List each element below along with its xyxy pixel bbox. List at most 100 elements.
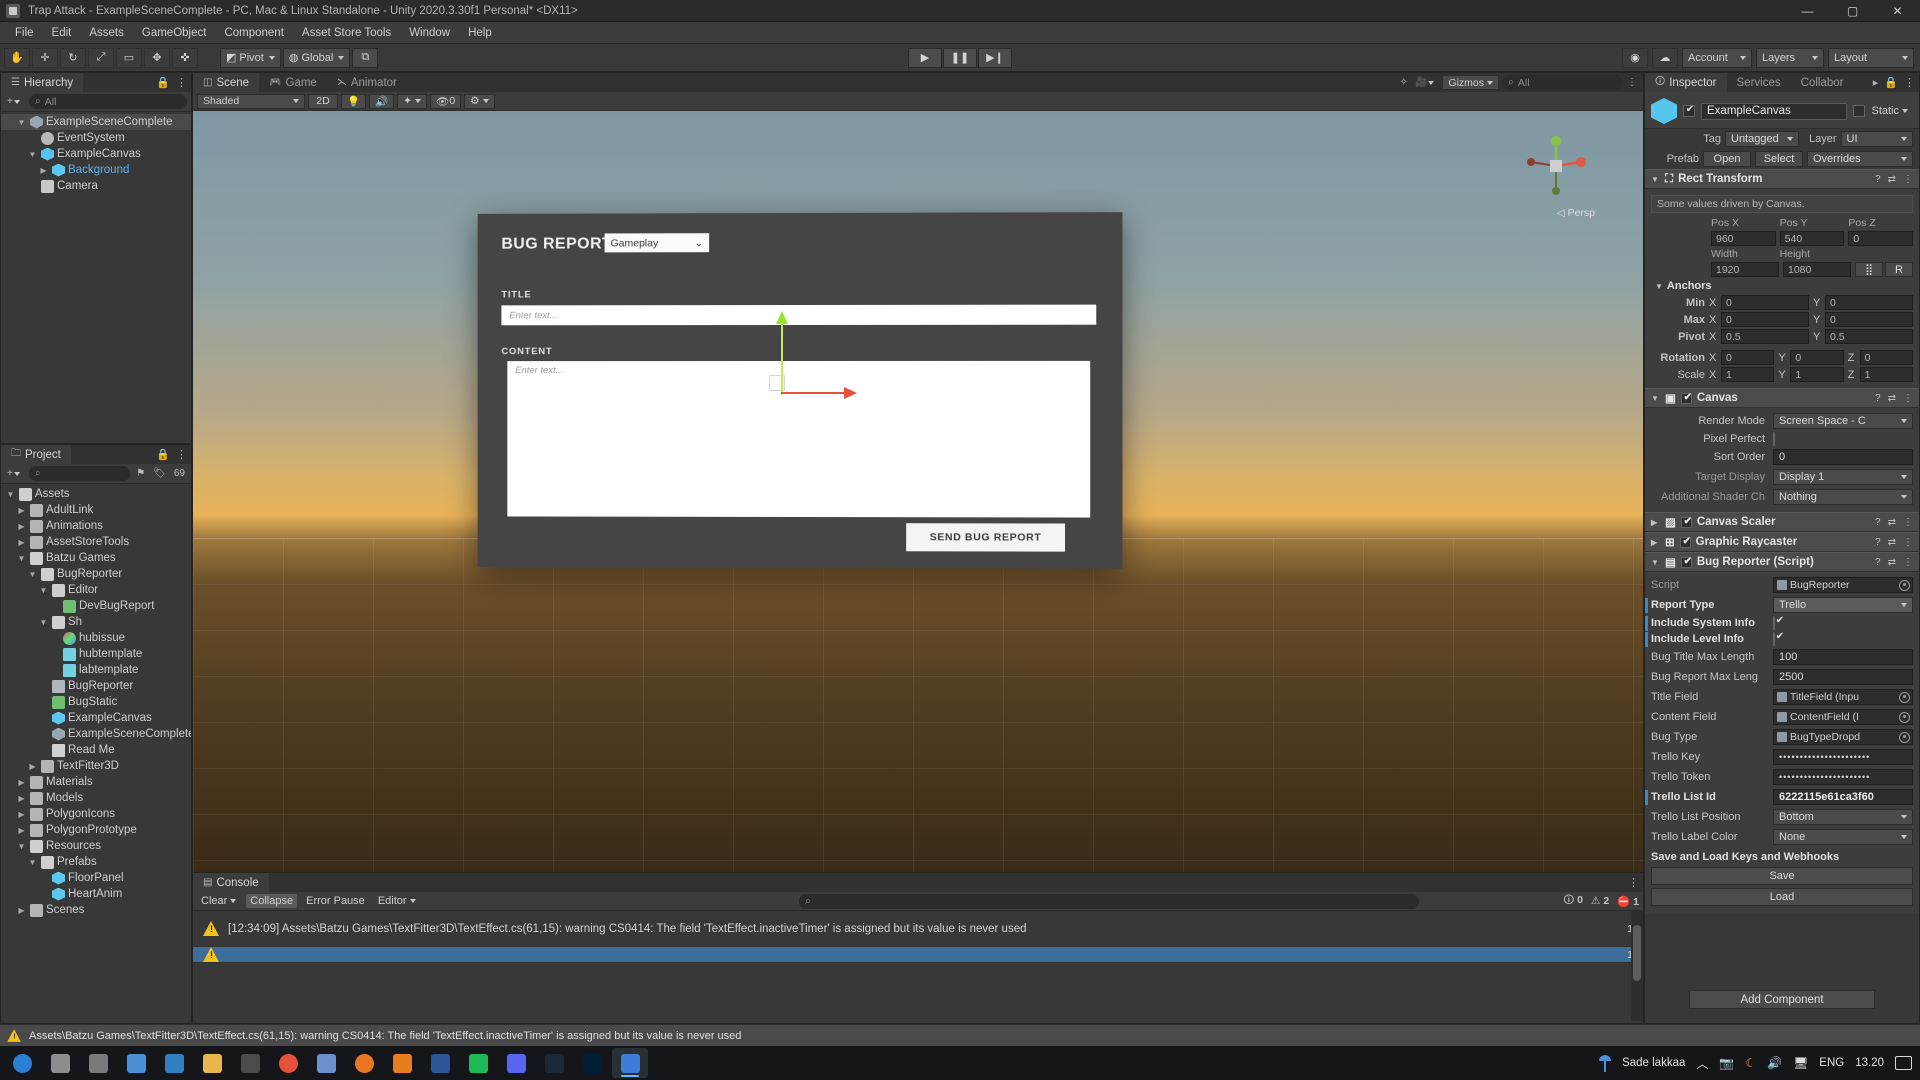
maximize-button[interactable]: ▢ <box>1830 0 1875 22</box>
static-dropdown[interactable]: Static <box>1871 105 1913 117</box>
pos-x-input[interactable]: 960 <box>1711 231 1776 246</box>
scene-visibility-dropdown[interactable]: ⚙ <box>464 93 495 109</box>
services-icon[interactable]: ◉ <box>1622 47 1648 68</box>
pause-button[interactable]: ❚❚ <box>943 47 977 68</box>
foldout-icon[interactable]: ▼ <box>1651 394 1660 403</box>
project-item-assets[interactable]: ▼ Assets <box>1 486 191 502</box>
weather-label[interactable]: Sade lakkaa <box>1622 1057 1685 1069</box>
console-message-row[interactable]: 1 <box>193 947 1643 963</box>
expand-arrow-open-icon[interactable]: ▼ <box>5 490 16 499</box>
project-item-polygonicons[interactable]: ▶ PolygonIcons <box>1 806 191 822</box>
project-item-heartanim[interactable]: ▶HeartAnim <box>1 886 191 902</box>
unity-hub-app[interactable] <box>232 1048 268 1078</box>
error-count[interactable]: ⛔ 1 <box>1617 895 1639 908</box>
anchor-max-x-input[interactable]: 0 <box>1721 312 1809 327</box>
camera-tray-icon[interactable]: 📷 <box>1719 1056 1734 1070</box>
spotify-app[interactable] <box>460 1048 496 1078</box>
tag-dropdown[interactable]: Untagged <box>1725 131 1799 147</box>
project-item-bugstatic[interactable]: ▶BugStatic <box>1 694 191 710</box>
bug-reporter-enabled-checkbox[interactable] <box>1680 556 1694 568</box>
graphic-raycaster-enabled-checkbox[interactable] <box>1679 536 1693 548</box>
report-type-dropdown[interactable]: Trello <box>1773 597 1913 613</box>
moon-tray-icon[interactable]: ☾ <box>1745 1056 1756 1070</box>
project-item-hubtemplate[interactable]: ▶hubtemplate <box>1 646 191 662</box>
scale-x-input[interactable]: 1 <box>1721 367 1775 382</box>
project-item-batzu-games[interactable]: ▼ Batzu Games <box>1 550 191 566</box>
hidden-objects-button[interactable]: 👁 0 <box>429 93 462 109</box>
scene-orientation-gizmo[interactable] <box>1523 133 1589 199</box>
chrome-app[interactable] <box>270 1048 306 1078</box>
menu-component[interactable]: Component <box>215 23 292 43</box>
foldout-icon[interactable]: ▶ <box>1651 518 1660 527</box>
expand-arrow-icon[interactable]: ▶ <box>16 538 27 547</box>
project-filter-icon[interactable]: ⚑ <box>134 468 147 479</box>
hierarchy-item-background[interactable]: ▶ Background <box>1 162 191 178</box>
pivot-mode-button[interactable]: ◩ Pivot <box>220 47 281 68</box>
console-menu-icon[interactable]: ⋮ <box>1628 876 1639 889</box>
rot-y-input[interactable]: 0 <box>1790 350 1844 365</box>
hierarchy-search-input[interactable]: ⌕ All <box>28 94 187 109</box>
project-label-icon[interactable]: 🏷 <box>151 468 168 479</box>
project-item-hubissue[interactable]: ▶hubissue <box>1 630 191 646</box>
steam-app[interactable] <box>536 1048 572 1078</box>
menu-assets[interactable]: Assets <box>80 23 133 43</box>
scene-menu-icon[interactable]: ⋮ <box>1625 77 1639 88</box>
inspector-overflow-icon[interactable]: ▸ <box>1873 76 1879 89</box>
project-item-bugreporter[interactable]: ▼ BugReporter <box>1 566 191 582</box>
language-indicator[interactable]: ENG <box>1819 1057 1844 1069</box>
error-pause-button[interactable]: Error Pause <box>302 894 369 908</box>
hierarchy-add-button[interactable]: + <box>5 96 25 107</box>
audio-icon[interactable]: 🔊 <box>369 93 395 109</box>
expand-arrow-open-icon[interactable]: ▼ <box>38 586 49 595</box>
trello-list-position-dropdown[interactable]: Bottom <box>1773 809 1913 825</box>
height-input[interactable]: 1080 <box>1783 262 1851 277</box>
trello-key-input[interactable]: •••••••••••••••••••••• <box>1773 749 1913 765</box>
title-input[interactable]: Enter text... <box>501 304 1097 326</box>
project-item-bugreporter[interactable]: ▶BugReporter <box>1 678 191 694</box>
project-item-textfitter3d[interactable]: ▶ TextFitter3D <box>1 758 191 774</box>
clear-button[interactable]: Clear <box>197 894 241 908</box>
object-picker-icon[interactable] <box>1899 691 1910 703</box>
project-lock-icon[interactable]: 🔒 <box>156 448 170 461</box>
console-message-list[interactable]: [12:34:09] Assets\Batzu Games\TextFitter… <box>193 911 1643 1021</box>
object-picker-icon[interactable] <box>1899 731 1910 743</box>
include-system-info-checkbox[interactable] <box>1773 616 1775 630</box>
gizmo-y-axis[interactable] <box>776 311 788 395</box>
target-display-dropdown[interactable]: Display 1 <box>1773 469 1913 485</box>
tab-game[interactable]: 🎮 Game <box>259 73 327 92</box>
tab-project[interactable]: 🗀 Project <box>1 445 71 464</box>
expand-arrow-icon[interactable]: ▶ <box>16 506 27 515</box>
project-item-assetstoretools[interactable]: ▶ AssetStoreTools <box>1 534 191 550</box>
notifications-icon[interactable] <box>1895 1056 1912 1070</box>
vscode-app[interactable] <box>156 1048 192 1078</box>
help-icon[interactable]: ? <box>1875 393 1881 404</box>
pos-z-input[interactable]: 0 <box>1848 231 1914 246</box>
blender-app[interactable] <box>384 1048 420 1078</box>
expand-arrow-icon[interactable]: ▶ <box>38 166 49 175</box>
custom-tool-button[interactable]: ✜ <box>172 47 198 68</box>
volume-icon[interactable]: 🔊 <box>1767 1056 1782 1070</box>
prefab-select-button[interactable]: Select <box>1755 151 1803 167</box>
component-header-canvas-scaler[interactable]: ▶ ▨ Canvas Scaler ? ⇄ ⋮ <box>1645 512 1919 532</box>
component-menu-icon[interactable]: ⋮ <box>1903 557 1913 568</box>
component-header-canvas[interactable]: ▼ ▣ Canvas ? ⇄ ⋮ <box>1645 388 1919 408</box>
tab-collaborate[interactable]: Collabor <box>1790 73 1854 92</box>
paint-app[interactable] <box>308 1048 344 1078</box>
menu-asset-store-tools[interactable]: Asset Store Tools <box>293 23 400 43</box>
project-item-materials[interactable]: ▶ Materials <box>1 774 191 790</box>
layer-dropdown[interactable]: UI <box>1840 131 1913 147</box>
add-component-button[interactable]: Add Component <box>1689 990 1875 1009</box>
help-icon[interactable]: ? <box>1875 537 1881 548</box>
menu-gameobject[interactable]: GameObject <box>133 23 216 43</box>
console-search-input[interactable]: ⌕ <box>799 893 1419 909</box>
raw-edit-button[interactable]: R <box>1885 262 1913 277</box>
collapse-button[interactable]: Collapse <box>246 894 298 908</box>
hierarchy-item-camera[interactable]: ▶Camera <box>1 178 191 194</box>
project-item-resources[interactable]: ▼ Resources <box>1 838 191 854</box>
trello-list-id-input[interactable]: 6222115e61ca3f60 <box>1773 789 1913 805</box>
title-field-object[interactable]: TitleField (Inpu <box>1773 689 1913 705</box>
content-input[interactable]: Enter text... <box>507 360 1091 518</box>
object-enabled-checkbox[interactable] <box>1683 104 1696 117</box>
gizmo-x-axis[interactable] <box>781 387 857 399</box>
blueprint-mode-button[interactable]: ⣿ <box>1855 262 1883 277</box>
